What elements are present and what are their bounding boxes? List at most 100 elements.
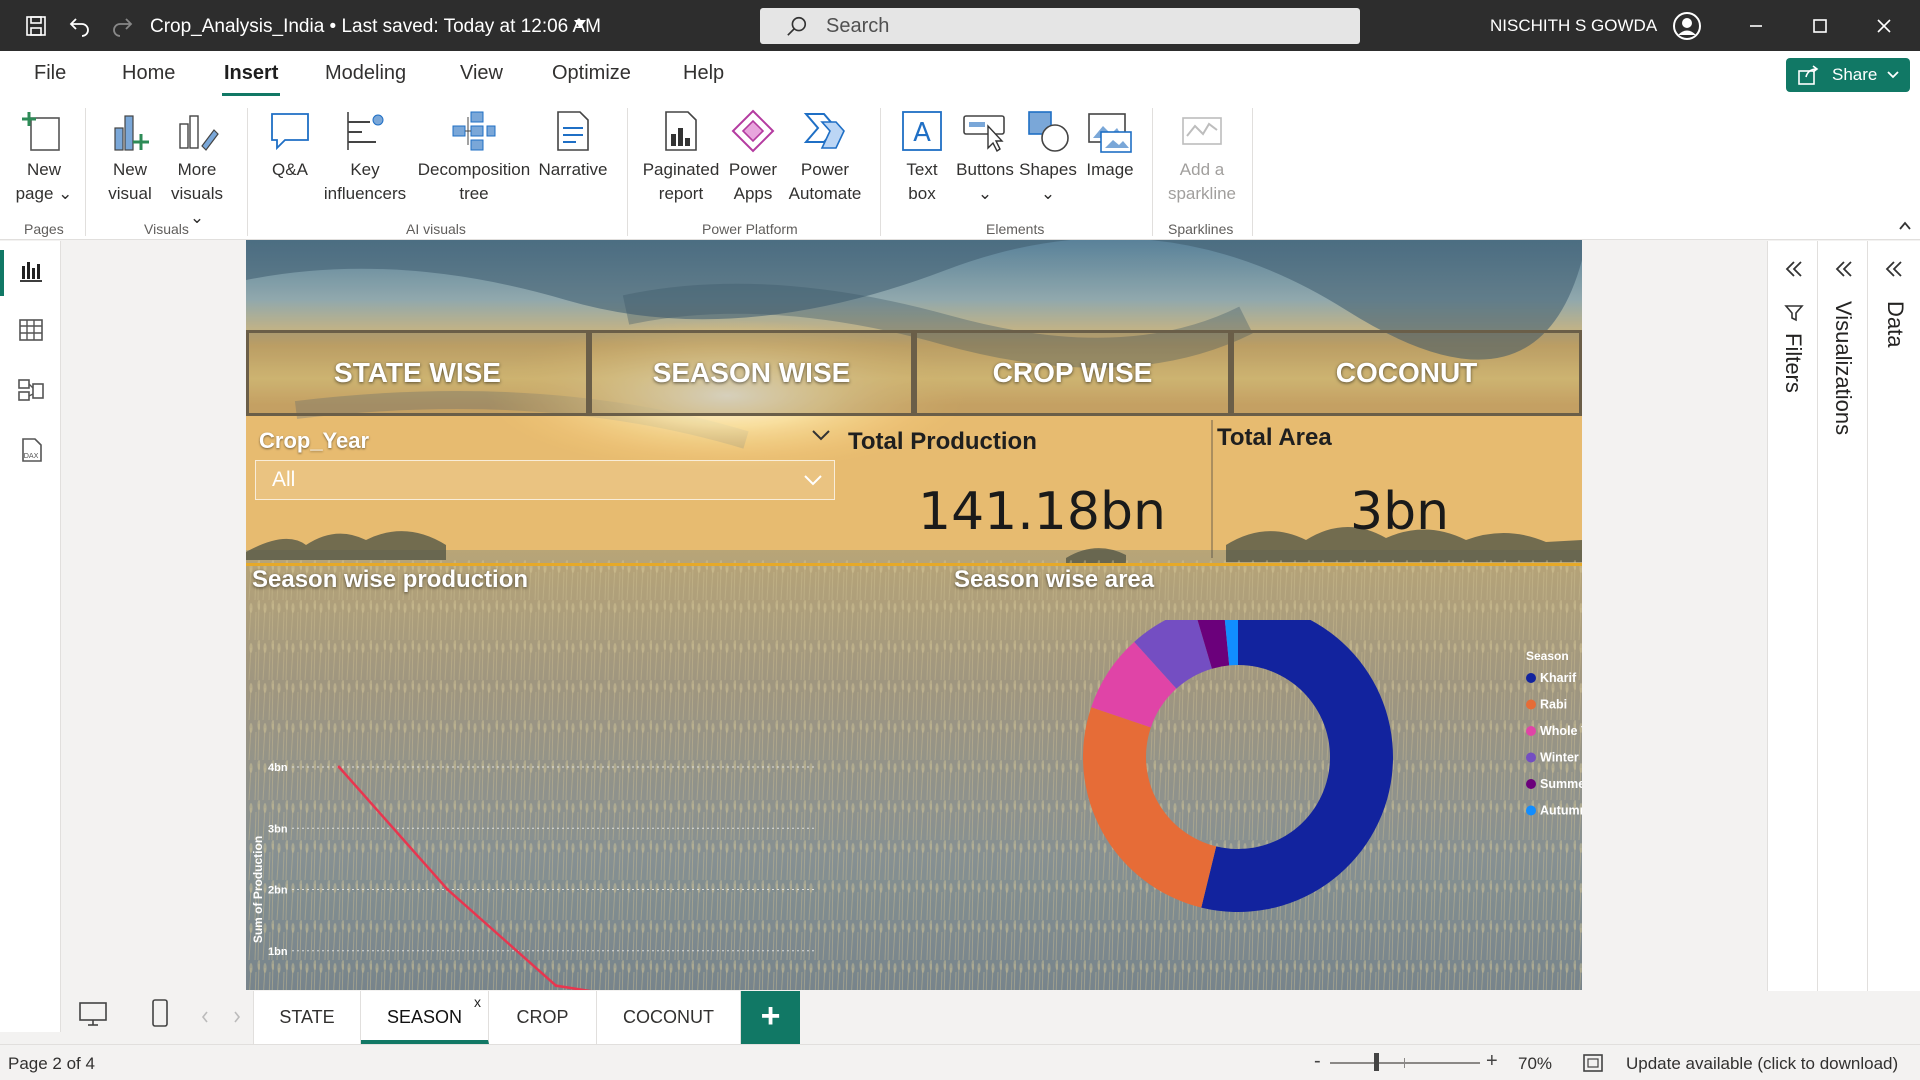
expand-filters-icon[interactable] <box>1784 259 1804 279</box>
zoom-slider-thumb[interactable] <box>1374 1053 1379 1071</box>
document-title[interactable]: Crop_Analysis_India • Last saved: Today … <box>150 16 601 38</box>
page-tab-season-label: SEASON <box>386 1007 463 1027</box>
tab-modeling[interactable]: Modeling <box>325 62 406 85</box>
page-tab-coconut[interactable]: COCONUT <box>597 991 741 1044</box>
next-page-icon[interactable] <box>232 1010 242 1024</box>
crop-year-dropdown[interactable]: All <box>255 460 835 500</box>
buttons-icon <box>963 115 1005 153</box>
group-label-power-platform: Power Platform <box>702 221 798 237</box>
tab-insert[interactable]: Insert <box>224 62 278 85</box>
power-automate-label-2: Automate <box>788 184 862 203</box>
season-wise-production-line-chart[interactable]: 0bn1bn2bn3bn4bnSum of ProductionKharifRa… <box>246 620 946 990</box>
group-label-sparklines: Sparklines <box>1168 221 1234 237</box>
y-tick-label: 2bn <box>268 885 288 897</box>
user-avatar-icon[interactable] <box>1672 11 1702 41</box>
filters-pane-label: Filters <box>1781 333 1806 393</box>
power-apps-button[interactable]: Power Apps <box>724 108 782 206</box>
save-icon[interactable] <box>24 14 48 38</box>
data-point <box>446 888 449 891</box>
chevron-down-icon <box>804 475 822 486</box>
season-wise-nav-button[interactable]: SEASON WISE <box>589 330 914 416</box>
close-tab-icon[interactable]: x <box>474 994 481 1010</box>
y-tick-label: 1bn <box>268 946 288 958</box>
buttons-button[interactable]: Buttons ⌄ <box>954 108 1016 206</box>
new-visual-label: New <box>112 160 147 179</box>
update-available-link[interactable]: Update available (click to download) <box>1626 1054 1898 1074</box>
maximize-icon[interactable] <box>1808 14 1832 38</box>
expand-data-icon[interactable] <box>1884 259 1904 279</box>
zoom-slider[interactable] <box>1330 1062 1480 1064</box>
redo-icon[interactable] <box>110 14 134 38</box>
chevron-down-icon: ⌄ <box>189 208 205 227</box>
visualizations-pane[interactable]: Visualizations <box>1817 241 1867 1032</box>
title-dropdown-icon[interactable] <box>574 20 586 28</box>
shapes-button[interactable]: Shapes ⌄ <box>1016 108 1080 206</box>
narrative-button[interactable]: Narrative <box>536 108 610 182</box>
zoom-in-icon[interactable]: + <box>1486 1050 1498 1073</box>
paginated-report-button[interactable]: Paginated report <box>638 108 724 206</box>
zoom-out-icon[interactable]: - <box>1314 1050 1321 1073</box>
key-influencers-button[interactable]: Key influencers <box>318 108 412 206</box>
crop-wise-nav-button[interactable]: CROP WISE <box>914 330 1231 416</box>
season-wise-area-title: Season wise area <box>954 566 1155 593</box>
visualizations-pane-label: Visualizations <box>1831 301 1856 436</box>
tab-optimize[interactable]: Optimize <box>552 62 631 85</box>
fit-to-page-icon[interactable] <box>1582 1053 1604 1073</box>
more-visuals-label-2: visuals <box>171 184 223 203</box>
table-view-icon[interactable] <box>17 316 45 344</box>
tab-view[interactable]: View <box>460 62 503 85</box>
shapes-label: Shapes <box>1019 160 1077 179</box>
state-wise-nav-button[interactable]: STATE WISE <box>246 330 589 416</box>
season-wise-area-donut-chart[interactable]: Season Kharif Rabi Whole Year Winter Summer Au… <box>1046 620 1582 990</box>
add-sparkline-button[interactable]: Add a sparkline <box>1160 108 1244 206</box>
decomposition-tree-button[interactable]: Decomposition tree <box>412 108 536 206</box>
power-automate-button[interactable]: Power Automate <box>782 108 868 206</box>
minimize-icon[interactable] <box>1744 14 1768 38</box>
tab-home[interactable]: Home <box>122 62 175 85</box>
model-view-icon[interactable] <box>17 376 45 404</box>
text-box-button[interactable]: A Text box <box>892 108 952 206</box>
expand-visualizations-icon[interactable] <box>1834 259 1854 279</box>
tab-file[interactable]: File <box>34 62 66 85</box>
filters-pane[interactable]: Filters <box>1767 241 1817 1032</box>
image-button[interactable]: Image <box>1082 108 1138 182</box>
narrative-icon <box>557 111 589 151</box>
new-page-button[interactable]: New page ⌄ <box>10 108 78 206</box>
more-visuals-button[interactable]: More visuals ⌄ <box>162 108 232 230</box>
new-visual-button[interactable]: New visual <box>100 108 160 206</box>
qa-icon <box>271 113 309 151</box>
page-tab-state[interactable]: STATE <box>253 991 361 1044</box>
qa-button[interactable]: Q&A <box>262 108 318 182</box>
slicer-header-chevron-icon[interactable] <box>810 428 832 442</box>
search-input[interactable]: Search <box>760 8 1360 44</box>
tab-help[interactable]: Help <box>683 62 724 85</box>
close-icon[interactable] <box>1872 14 1896 38</box>
share-button[interactable]: Share <box>1786 58 1910 92</box>
add-page-button[interactable]: + <box>741 991 800 1044</box>
legend-marker <box>1526 726 1536 736</box>
page-tab-season[interactable]: SEASON <box>361 991 489 1044</box>
coconut-nav-button[interactable]: COCONUT <box>1231 330 1582 416</box>
report-view-icon[interactable] <box>17 256 45 284</box>
zoom-level[interactable]: 70% <box>1518 1054 1552 1074</box>
desktop-layout-icon[interactable] <box>78 1001 108 1027</box>
legend-label: Summer <box>1540 777 1582 791</box>
group-separator <box>85 108 86 236</box>
total-area-card-title: Total Area <box>1217 424 1332 451</box>
mobile-layout-icon[interactable] <box>150 998 170 1028</box>
data-pane[interactable]: Data <box>1867 241 1920 1032</box>
previous-page-icon[interactable] <box>200 1010 210 1024</box>
group-separator <box>627 108 628 236</box>
power-automate-label: Power <box>800 160 850 179</box>
collapse-ribbon-icon[interactable] <box>1898 220 1912 232</box>
chevron-down-icon: ⌄ <box>977 184 993 203</box>
search-icon <box>787 16 807 36</box>
y-tick-label: 3bn <box>268 823 288 835</box>
buttons-label: Buttons <box>956 160 1014 179</box>
donut-slice-rabi <box>1083 707 1217 908</box>
page-tab-crop[interactable]: CROP <box>489 991 597 1044</box>
group-separator <box>1152 108 1153 236</box>
dax-query-view-icon[interactable]: DAX <box>17 436 45 464</box>
undo-icon[interactable] <box>68 14 92 38</box>
qa-label: Q&A <box>272 160 308 179</box>
